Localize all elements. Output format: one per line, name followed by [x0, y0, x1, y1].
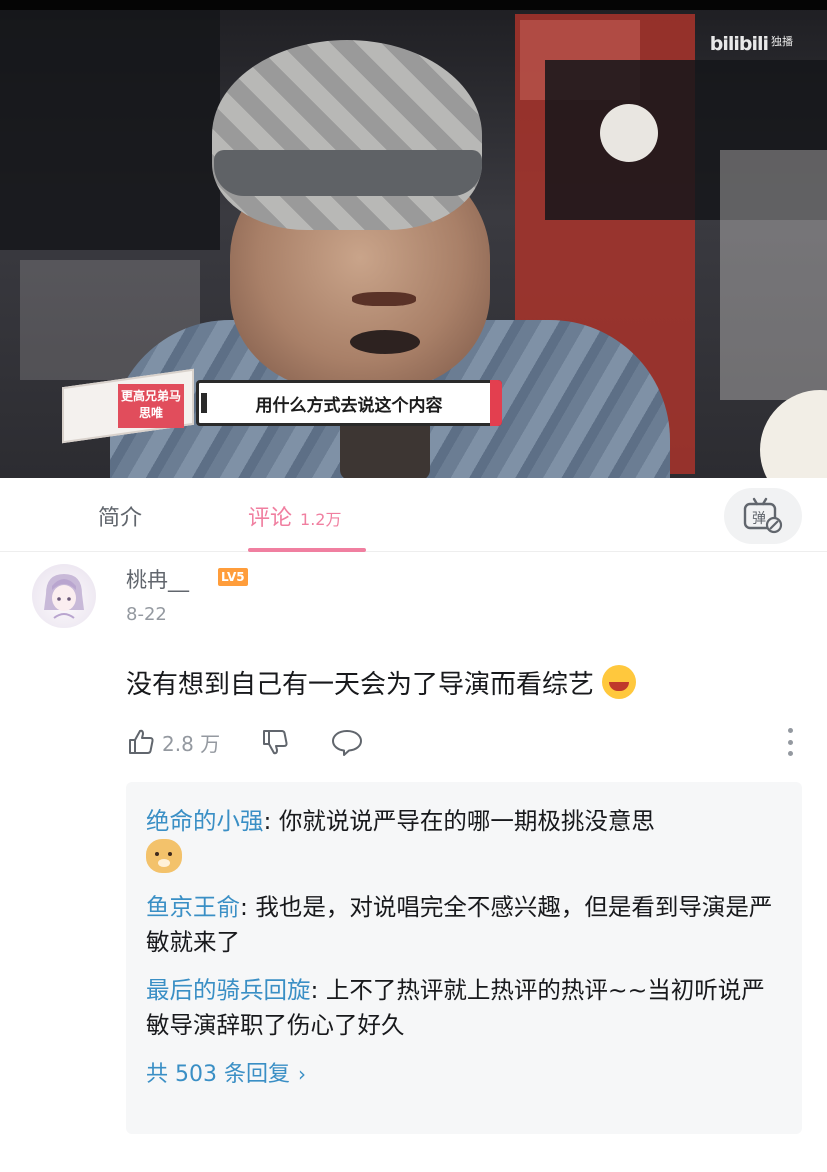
reply-separator: : [310, 976, 326, 1004]
person-mouth [352, 292, 416, 306]
comment-username[interactable]: 桃冉__ [126, 564, 189, 594]
view-all-replies-label: 共 503 条回复 [146, 1062, 290, 1087]
comment-text: 没有想到自己有一天会为了导演而看综艺 [126, 670, 595, 700]
reply-text: 你就说说严导在的哪一期极挑没意思 [278, 807, 655, 835]
background-sign-logo [600, 104, 658, 162]
subtitle-bar: 用什么方式去说这个内容 [196, 380, 502, 426]
bottom-area [0, 1160, 827, 1172]
tab-comments-label: 评论 [248, 506, 293, 531]
like-button[interactable]: 2.8 万 [126, 727, 220, 757]
doge-emoji-icon [146, 839, 182, 873]
reply-separator: : [263, 807, 279, 835]
background-panel-right [720, 150, 827, 400]
bilibili-exclusive-label: 独播 [771, 35, 793, 48]
replies-box: 绝命的小强: 你就说说严导在的哪一期极挑没意思 鱼京王俞: 我也是，对说唱完全不… [126, 782, 802, 1134]
tab-active-indicator [248, 548, 366, 552]
reply-username[interactable]: 鱼京王俞 [146, 893, 240, 921]
subtitle-right-mark [490, 380, 502, 426]
reply-item: 绝命的小强: 你就说说严导在的哪一期极挑没意思 [146, 804, 782, 877]
svg-text:弹: 弹 [752, 511, 766, 527]
tab-intro[interactable]: 简介 [98, 500, 142, 532]
comment-actions: 2.8 万 [126, 724, 364, 760]
tab-comments[interactable]: 评论 1.2万 [248, 500, 341, 532]
tab-bar: 简介 评论 1.2万 [0, 478, 827, 552]
like-count: 2.8 万 [162, 731, 221, 756]
person-beanie [212, 40, 482, 230]
reply-username[interactable]: 最后的骑兵回旋 [146, 976, 311, 1004]
status-bar [0, 0, 827, 10]
view-all-replies-link[interactable]: 共 503 条回复 › [146, 1056, 782, 1088]
bilibili-logo: bilibili 独播 [710, 33, 793, 55]
reply-separator: : [240, 893, 256, 921]
person-beanie-band [214, 150, 482, 196]
person-right-partial [760, 390, 827, 478]
reply-button[interactable] [330, 727, 364, 757]
comment-date: 8-22 [126, 604, 167, 625]
user-level-badge: LV5 [218, 568, 248, 586]
avatar-image [44, 574, 84, 619]
subtitle-text: 用什么方式去说这个内容 [255, 395, 443, 416]
tab-comments-count: 1.2万 [300, 510, 342, 529]
laughing-crying-emoji-icon [602, 665, 637, 699]
subtitle-left-mark [201, 393, 207, 413]
reply-username[interactable]: 绝命的小强 [146, 807, 264, 835]
bilibili-logo-text: bilibili [709, 33, 769, 55]
thumbs-up-icon [129, 729, 154, 754]
comment-body: 没有想到自己有一天会为了导演而看综艺 [126, 664, 637, 701]
danmaku-toggle-button[interactable]: 弹 [724, 488, 802, 544]
dislike-button[interactable] [260, 727, 290, 757]
person-beard [350, 330, 420, 354]
chevron-right-icon: › [297, 1062, 306, 1086]
background-wall [0, 10, 220, 250]
program-badge-label: 更高兄弟马思唯 [118, 384, 184, 428]
video-player[interactable]: 更高兄弟马思唯 用什么方式去说这个内容 bilibili 独播 [0, 0, 827, 478]
reply-item: 最后的骑兵回旋: 上不了热评就上热评的热评~~当初听说严敏导演辞职了伤心了好久 [146, 973, 782, 1043]
more-options-icon[interactable] [786, 728, 794, 756]
reply-item: 鱼京王俞: 我也是，对说唱完全不感兴趣，但是看到导演是严敏就来了 [146, 890, 782, 960]
thumbs-down-icon [263, 730, 288, 755]
comment-bubble-icon [332, 730, 363, 756]
avatar[interactable] [32, 564, 96, 628]
danmaku-toggle-icon: 弹 [743, 497, 783, 534]
